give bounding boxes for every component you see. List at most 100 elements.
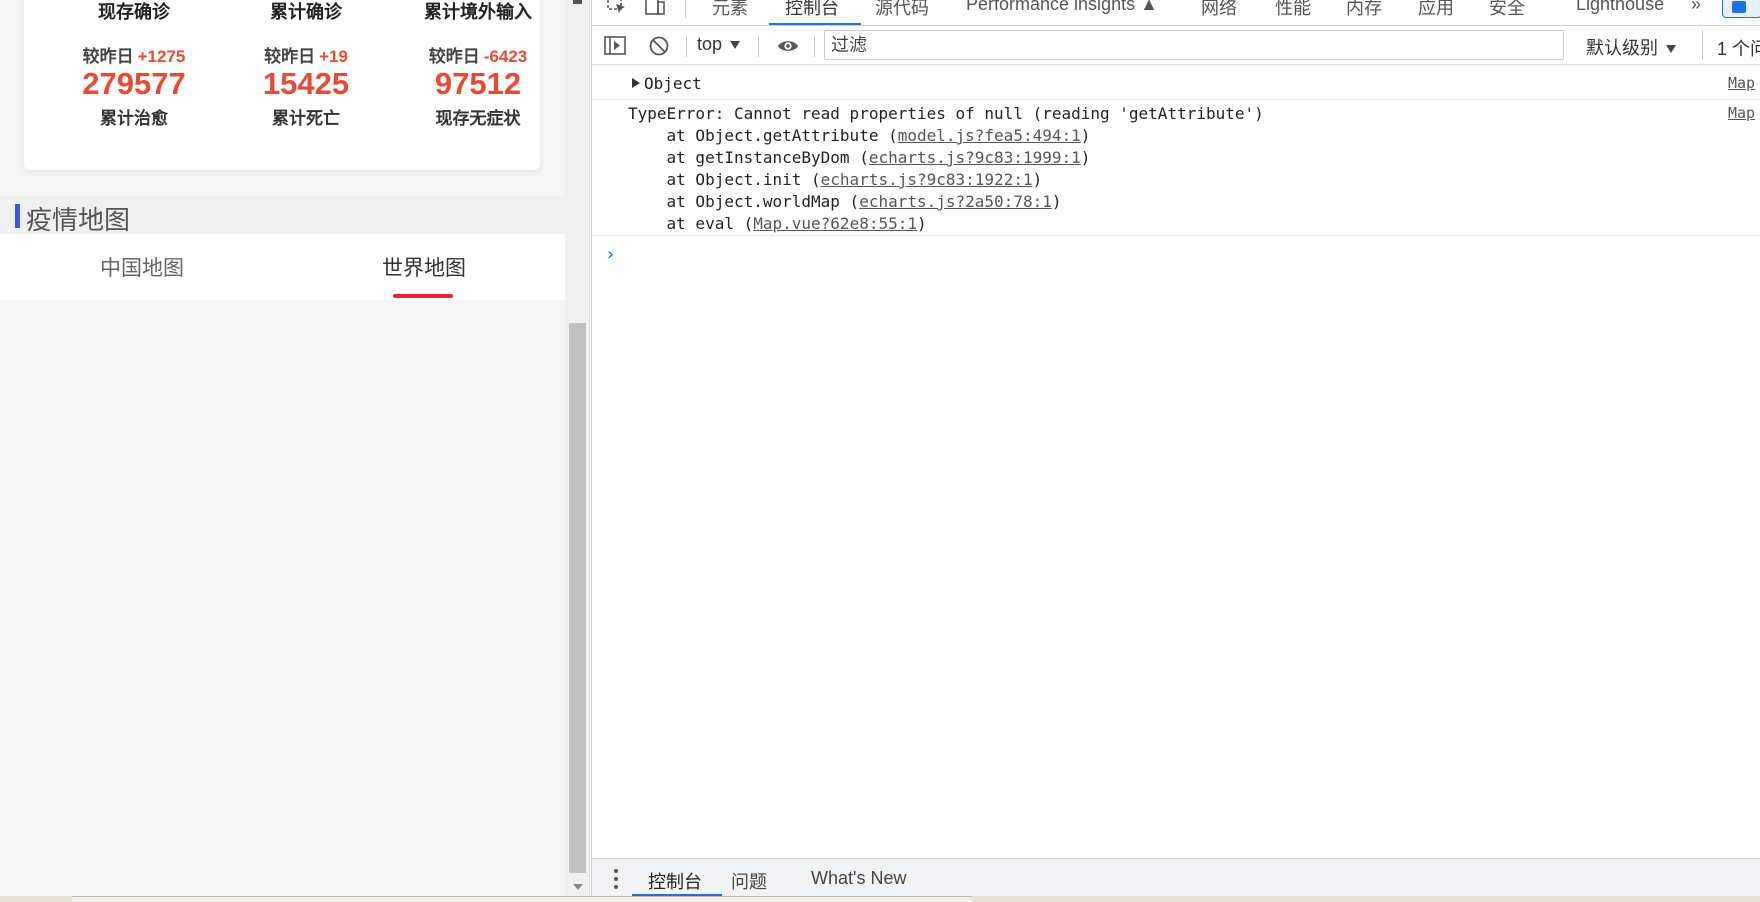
stat-delta: 较昨日 +1275: [48, 42, 220, 67]
console-filter-input[interactable]: [824, 30, 1564, 60]
stat-delta: 较昨日 -6423: [392, 42, 564, 67]
tab-lighthouse[interactable]: Lighthouse: [1576, 0, 1664, 15]
drawer-tab-whats-new[interactable]: What's New: [811, 868, 906, 889]
tab-memory[interactable]: 内存: [1346, 0, 1382, 20]
stack-frame: at getInstanceByDom (echarts.js?9c83:199…: [628, 148, 1091, 167]
delta-value: -6423: [483, 47, 528, 66]
context-value: top: [697, 34, 723, 54]
stat-delta: 较昨日 +19: [220, 42, 392, 67]
devtools-tab-bar: 元素 控制台 源代码 Performance insights ▲ 网络 性能 …: [592, 0, 1760, 26]
levels-label: 默认级别: [1586, 38, 1658, 58]
stack-link[interactable]: echarts.js?2a50:78:1: [859, 192, 1052, 211]
tab-sources[interactable]: 源代码: [875, 0, 929, 20]
issues-badge[interactable]: [1722, 0, 1760, 18]
stat-value: 97512: [434, 66, 522, 101]
toolbar-separator: [686, 35, 687, 57]
horizontal-scrollbar[interactable]: [72, 896, 972, 902]
clear-console-icon[interactable]: [648, 35, 670, 57]
stack-suffix: ): [1080, 148, 1091, 167]
delta-label: 较昨日: [82, 47, 134, 66]
stat-label: 现存无症状: [435, 109, 521, 128]
log-levels-dropdown[interactable]: 默认级别: [1586, 34, 1676, 60]
stack-link[interactable]: echarts.js?9c83:1922:1: [821, 170, 1033, 189]
stack-suffix: ): [1051, 192, 1062, 211]
devtools-panel: 元素 控制台 源代码 Performance insights ▲ 网络 性能 …: [591, 0, 1760, 902]
console-error-message: TypeError: Cannot read properties of nul…: [592, 100, 1760, 236]
screen: 现存确诊 较昨日 +1275 279577 累计治愈 累计确诊 较昨日 +19 15…: [0, 0, 1760, 902]
toolbar-separator: [758, 35, 759, 57]
stack-prefix: at eval (: [628, 214, 754, 233]
tab-china-map[interactable]: 中国地图: [100, 252, 184, 282]
stack-suffix: ): [1032, 170, 1043, 189]
stack-frame: at Object.getAttribute (model.js?fea5:49…: [628, 126, 1091, 145]
stack-frame: at Object.init (echarts.js?9c83:1922:1): [628, 170, 1043, 189]
stat-value: 15425: [262, 66, 350, 101]
issues-counter[interactable]: 1 个问题: [1702, 30, 1760, 60]
stack-frame: at eval (Map.vue?62e8:55:1): [628, 214, 927, 233]
source-link[interactable]: Map: [1728, 74, 1755, 92]
inspect-element-icon[interactable]: [606, 0, 628, 16]
expand-triangle-icon[interactable]: [632, 78, 640, 88]
tab-performance-insights[interactable]: Performance insights ▲: [966, 0, 1158, 15]
stat-value: 279577: [82, 66, 186, 101]
window-bottom-edge: [0, 896, 1760, 902]
device-toolbar-icon[interactable]: [644, 0, 666, 16]
tab-separator: [685, 0, 686, 18]
active-tab-indicator: [393, 294, 453, 298]
tab-world-map[interactable]: 世界地图: [382, 252, 466, 282]
web-page: 现存确诊 较昨日 +1275 279577 累计治愈 累计确诊 较昨日 +19 15…: [0, 0, 565, 902]
stack-link[interactable]: Map.vue?62e8:55:1: [753, 214, 917, 233]
stats-card: 现存确诊 较昨日 +1275 279577 累计治愈 累计确诊 较昨日 +19 15…: [24, 0, 540, 170]
section-title: 疫情地图: [26, 205, 131, 235]
stack-prefix: at getInstanceByDom (: [628, 148, 869, 167]
scroll-down-arrow[interactable]: [573, 884, 583, 890]
source-link[interactable]: Map: [1728, 104, 1755, 122]
stack-suffix: ): [917, 214, 927, 233]
live-expression-eye-icon[interactable]: [777, 35, 799, 57]
object-text[interactable]: Object: [644, 74, 702, 93]
stack-link[interactable]: echarts.js?9c83:1999:1: [869, 148, 1081, 167]
toolbar-separator: [814, 35, 815, 57]
tab-elements[interactable]: 元素: [712, 0, 748, 20]
stack-frame: at Object.worldMap (echarts.js?2a50:78:1…: [628, 192, 1062, 211]
delta-label: 较昨日: [428, 47, 480, 66]
drawer-tab-issues[interactable]: 问题: [731, 868, 767, 894]
console-toolbar: top 默认级别 1 个问题: [592, 26, 1760, 65]
stack-prefix: at Object.worldMap (: [628, 192, 860, 211]
section-accent-bar: [15, 204, 20, 228]
tab-security[interactable]: 安全: [1489, 0, 1525, 20]
dropdown-arrow-icon: [730, 41, 741, 50]
delta-value: +1275: [137, 47, 186, 66]
show-sidebar-icon[interactable]: [604, 35, 626, 57]
console-message: Object Map: [592, 66, 1760, 100]
message-icon: [1732, 1, 1746, 13]
section-header: 疫情地图: [0, 196, 565, 235]
map-tabs: 中国地图 世界地图: [0, 234, 565, 300]
console-output: Object Map TypeError: Cannot read proper…: [592, 66, 1760, 858]
delta-label: 较昨日: [264, 47, 316, 66]
tab-network[interactable]: 网络: [1201, 0, 1237, 20]
drawer-tab-console[interactable]: 控制台: [648, 868, 702, 894]
dropdown-arrow-icon: [1666, 45, 1676, 54]
stack-link[interactable]: model.js?fea5:494:1: [898, 126, 1081, 145]
tab-console[interactable]: 控制台: [785, 0, 839, 20]
error-text: TypeError: Cannot read properties of nul…: [628, 104, 1264, 123]
stat-header: 累计境外输入: [424, 2, 532, 22]
stack-suffix: ): [1080, 126, 1091, 145]
stat-label: 累计治愈: [100, 109, 168, 128]
more-tabs-chevron-icon[interactable]: »: [1691, 0, 1701, 15]
stat-header: 现存确诊: [98, 2, 170, 22]
stat-label: 累计死亡: [272, 109, 340, 128]
scroll-up-arrow[interactable]: [573, 0, 582, 4]
tab-application[interactable]: 应用: [1418, 0, 1454, 20]
delta-value: +19: [319, 47, 348, 66]
context-selector[interactable]: top: [697, 34, 741, 58]
stack-prefix: at Object.init (: [628, 170, 821, 189]
scrollbar-thumb[interactable]: [569, 323, 586, 873]
stat-header: 累计确诊: [270, 2, 342, 22]
stack-prefix: at Object.getAttribute (: [628, 126, 898, 145]
console-prompt-chevron-icon[interactable]: ›: [605, 244, 616, 265]
page-scrollbar[interactable]: [565, 0, 590, 902]
tab-performance[interactable]: 性能: [1275, 0, 1311, 20]
more-options-kebab-icon[interactable]: [614, 869, 618, 889]
